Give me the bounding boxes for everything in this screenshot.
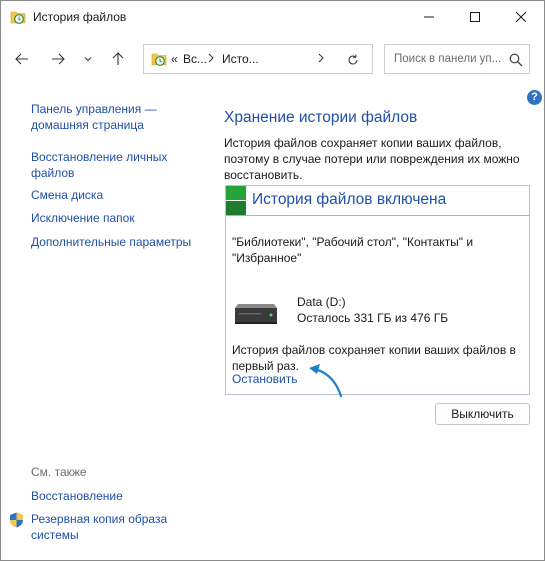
arrow-up-icon bbox=[112, 52, 124, 65]
turn-off-button[interactable]: Выключить bbox=[435, 403, 530, 425]
breadcrumb-file-history[interactable]: Исто... bbox=[222, 52, 259, 66]
search-placeholder: Поиск в панели уп... bbox=[394, 53, 502, 65]
drive-name: Data (D:) bbox=[297, 295, 346, 309]
stop-link[interactable]: Остановить bbox=[232, 372, 298, 386]
file-history-app-icon bbox=[10, 11, 26, 24]
sidebar-home-link[interactable]: Панель управления — домашняя страница bbox=[31, 101, 191, 133]
arrow-right-icon bbox=[52, 53, 65, 65]
help-button[interactable]: ? bbox=[527, 90, 542, 105]
control-panel-icon bbox=[151, 53, 167, 66]
title-bar: История файлов bbox=[1, 1, 544, 33]
back-button[interactable] bbox=[12, 49, 32, 69]
breadcrumb-separator-icon[interactable] bbox=[317, 53, 325, 63]
file-history-window: История файлов « Вс... Исто... Поиск в п… bbox=[0, 0, 545, 561]
status-header: История файлов включена bbox=[226, 186, 529, 216]
status-indicator-icon bbox=[226, 186, 246, 215]
recent-locations-button[interactable] bbox=[78, 49, 98, 69]
minimize-icon bbox=[424, 16, 434, 18]
maximize-icon bbox=[470, 12, 480, 22]
breadcrumb-separator-icon[interactable] bbox=[207, 53, 215, 63]
sidebar-item-change-drive[interactable]: Смена диска bbox=[31, 187, 103, 203]
shield-icon bbox=[10, 512, 23, 528]
search-box[interactable]: Поиск в панели уп... bbox=[384, 44, 530, 74]
drive-free-space: Осталось 331 ГБ из 476 ГБ bbox=[297, 311, 449, 325]
included-libraries: "Библиотеки", "Рабочий стол", "Контакты"… bbox=[232, 235, 474, 265]
refresh-icon bbox=[348, 54, 358, 65]
minimize-button[interactable] bbox=[406, 1, 452, 33]
breadcrumb-all-items[interactable]: Вс... bbox=[183, 52, 207, 66]
close-button[interactable] bbox=[498, 1, 544, 33]
close-icon bbox=[516, 12, 526, 22]
breadcrumb-overflow[interactable]: « bbox=[171, 52, 178, 66]
address-bar[interactable]: « Вс... Исто... bbox=[143, 44, 373, 74]
maximize-button[interactable] bbox=[452, 1, 498, 33]
status-panel: История файлов включена "Библиотеки", "Р… bbox=[225, 185, 530, 395]
saving-status-text: История файлов сохраняет копии ваших фай… bbox=[232, 343, 516, 373]
page-title: Хранение истории файлов bbox=[224, 109, 418, 126]
see-also-heading: См. также bbox=[31, 465, 87, 479]
sidebar-item-advanced-settings[interactable]: Дополнительные параметры bbox=[31, 234, 191, 250]
up-button[interactable] bbox=[108, 49, 128, 69]
arrow-left-icon bbox=[15, 53, 28, 65]
sidebar-item-restore-files[interactable]: Восстановление личных файлов bbox=[31, 149, 191, 181]
see-also-system-image-backup[interactable]: Резервная копия образа системы bbox=[31, 511, 181, 543]
see-also-recovery[interactable]: Восстановление bbox=[31, 488, 123, 504]
window-title: История файлов bbox=[33, 10, 127, 24]
sidebar-item-exclude-folders[interactable]: Исключение папок bbox=[31, 210, 135, 226]
chevron-down-icon bbox=[84, 57, 92, 62]
hard-drive-icon bbox=[235, 304, 277, 324]
navigation-bar: « Вс... Исто... Поиск в панели уп... bbox=[1, 41, 544, 77]
refresh-button[interactable] bbox=[344, 51, 362, 69]
status-heading: История файлов включена bbox=[252, 191, 447, 208]
pointer-arrow-annotation bbox=[309, 364, 343, 398]
forward-button[interactable] bbox=[48, 49, 68, 69]
search-icon bbox=[509, 53, 523, 67]
page-description: История файлов сохраняет копии ваших фай… bbox=[224, 136, 520, 182]
